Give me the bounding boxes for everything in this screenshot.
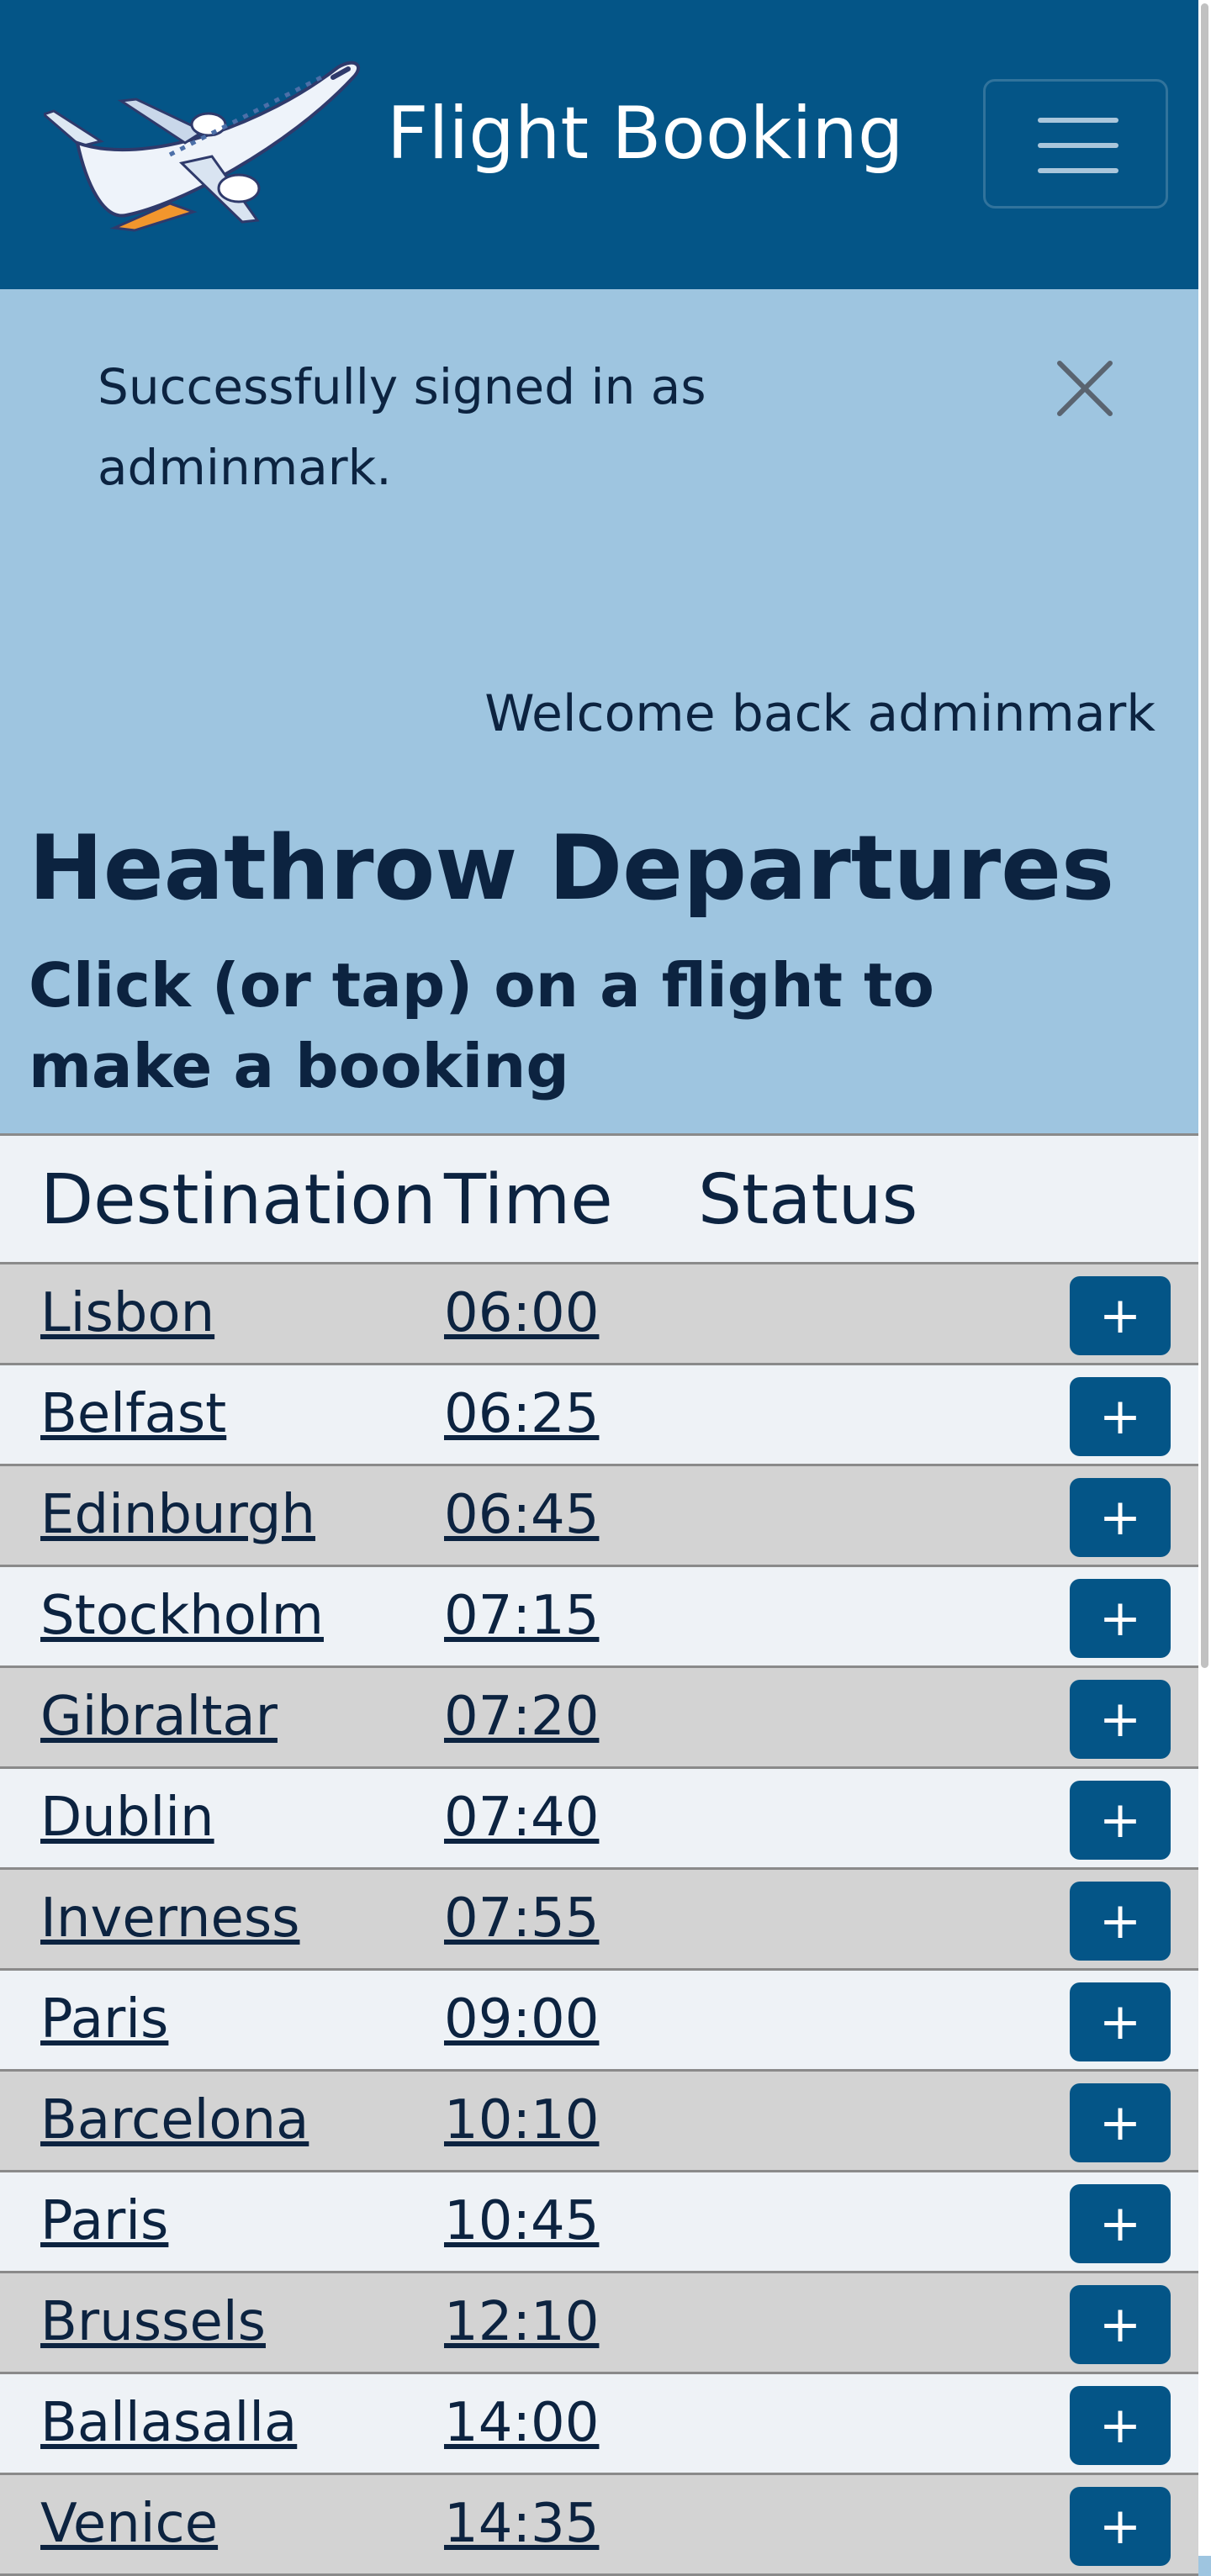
table-row[interactable]: Lisbon 06:00 + (0, 1264, 1198, 1365)
destination-link[interactable]: Brussels (40, 2285, 266, 2359)
destination-link[interactable]: Paris (40, 1982, 168, 2056)
page-title: Heathrow Departures (29, 816, 1115, 920)
close-icon[interactable] (1051, 355, 1118, 422)
destination-link[interactable]: Dublin (40, 1781, 214, 1855)
destination-link[interactable]: Paris (40, 2184, 168, 2258)
page-subtitle: Click (or tap) on a flight to make a boo… (29, 950, 934, 1101)
destination-link[interactable]: Edinburgh (40, 1478, 315, 1552)
table-row[interactable]: Dublin 07:40 + (0, 1769, 1198, 1870)
column-header-status: Status (698, 1160, 918, 1240)
destination-link[interactable]: Lisbon (40, 1276, 214, 1350)
destination-link[interactable]: Inverness (40, 1882, 300, 1956)
add-booking-button[interactable]: + (1070, 1377, 1171, 1456)
departures-table: Destination Time Status Lisbon 06:00 + Belf… (0, 1133, 1198, 2576)
time-link[interactable]: 07:20 (444, 1680, 599, 1754)
table-row[interactable]: Ballasalla 14:00 + (0, 2374, 1198, 2475)
add-booking-button[interactable]: + (1070, 1276, 1171, 1355)
destination-link[interactable]: Ballasalla (40, 2386, 297, 2460)
add-booking-button[interactable]: + (1070, 2386, 1171, 2465)
time-link[interactable]: 10:45 (444, 2184, 599, 2258)
add-booking-button[interactable]: + (1070, 1579, 1171, 1658)
add-booking-button[interactable]: + (1070, 1882, 1171, 1961)
destination-link[interactable]: Stockholm (40, 1579, 324, 1653)
airplane-icon (44, 61, 360, 232)
destination-link[interactable]: Venice (40, 2487, 218, 2561)
destination-link[interactable]: Gibraltar (40, 1680, 278, 1754)
table-row[interactable]: Paris 10:45 + (0, 2172, 1198, 2273)
column-header-time: Time (444, 1160, 613, 1240)
table-row[interactable]: Brussels 12:10 + (0, 2273, 1198, 2374)
time-link[interactable]: 07:40 (444, 1781, 599, 1855)
time-link[interactable]: 07:55 (444, 1882, 599, 1956)
add-booking-button[interactable]: + (1070, 2184, 1171, 2263)
add-booking-button[interactable]: + (1070, 1982, 1171, 2061)
time-link[interactable]: 07:15 (444, 1579, 599, 1653)
scrollbar-thumb[interactable] (1201, 3, 1208, 1668)
table-header: Destination Time Status (0, 1133, 1198, 1264)
add-booking-button[interactable]: + (1070, 1680, 1171, 1759)
add-booking-button[interactable]: + (1070, 1478, 1171, 1557)
time-link[interactable]: 14:00 (444, 2386, 599, 2460)
table-row[interactable]: Belfast 06:25 + (0, 1365, 1198, 1466)
navbar: Flight Booking (0, 0, 1198, 289)
table-row[interactable]: Gibraltar 07:20 + (0, 1668, 1198, 1769)
welcome-message: Welcome back adminmark (484, 684, 1155, 743)
table-row[interactable]: Barcelona 10:10 + (0, 2072, 1198, 2172)
add-booking-button[interactable]: + (1070, 1781, 1171, 1860)
table-row[interactable]: Stockholm 07:15 + (0, 1567, 1198, 1668)
column-header-destination: Destination (40, 1160, 436, 1240)
time-link[interactable]: 14:35 (444, 2487, 599, 2561)
add-booking-button[interactable]: + (1070, 2487, 1171, 2566)
table-row[interactable]: Venice 14:35 + (0, 2475, 1198, 2576)
time-link[interactable]: 06:45 (444, 1478, 599, 1552)
destination-link[interactable]: Belfast (40, 1377, 226, 1451)
time-link[interactable]: 06:00 (444, 1276, 599, 1350)
table-row[interactable]: Edinburgh 06:45 + (0, 1466, 1198, 1567)
time-link[interactable]: 06:25 (444, 1377, 599, 1451)
time-link[interactable]: 12:10 (444, 2285, 599, 2359)
time-link[interactable]: 10:10 (444, 2083, 599, 2157)
brand-title[interactable]: Flight Booking (387, 87, 903, 180)
add-booking-button[interactable]: + (1070, 2083, 1171, 2162)
table-row[interactable]: Inverness 07:55 + (0, 1870, 1198, 1971)
add-booking-button[interactable]: + (1070, 2285, 1171, 2364)
time-link[interactable]: 09:00 (444, 1982, 599, 2056)
destination-link[interactable]: Barcelona (40, 2083, 309, 2157)
table-row[interactable]: Paris 09:00 + (0, 1971, 1198, 2072)
menu-toggle-button[interactable] (983, 79, 1168, 209)
alert-message: Successfully signed in as adminmark. (98, 358, 706, 496)
